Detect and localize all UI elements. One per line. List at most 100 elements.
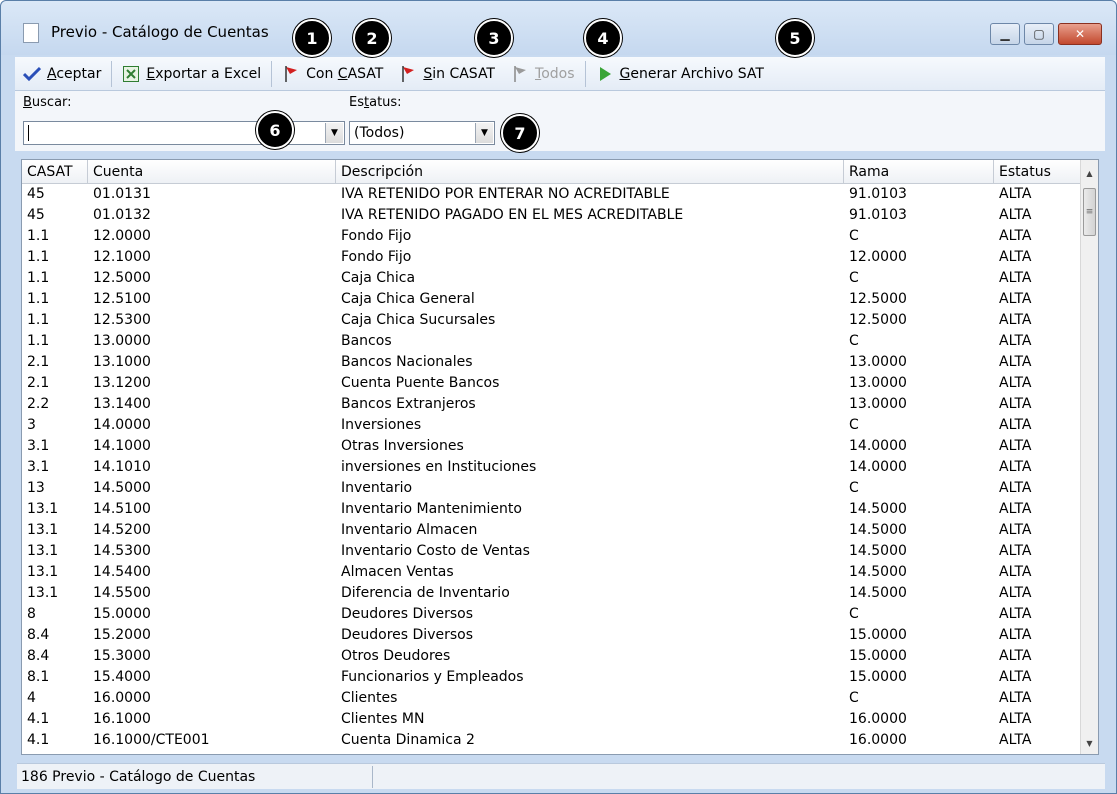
table-row[interactable]: 3 14.0000 Inversiones C ALTA [22, 415, 1082, 436]
status-text: 186 Previo - Catálogo de Cuentas [17, 765, 373, 788]
cell-descripcion: IVA RETENIDO PAGADO EN EL MES ACREDITABL… [341, 207, 684, 223]
estatus-value: (Todos) [354, 125, 405, 141]
table-row[interactable]: 45 01.0131 IVA RETENIDO POR ENTERAR NO ACR… [22, 184, 1082, 205]
cell-cuenta: 13.1400 [93, 396, 151, 412]
cell-cuenta: 12.1000 [93, 249, 151, 265]
grid-body: 45 01.0131 IVA RETENIDO POR ENTERAR NO ACR… [22, 184, 1082, 751]
table-row[interactable]: 1.1 12.5000 Caja Chica C ALTA [22, 268, 1082, 289]
cell-cuenta: 15.4000 [93, 669, 151, 685]
cell-casat: 2.1 [27, 375, 50, 391]
table-row[interactable]: 3.1 14.1000 Otras Inversiones 14.0000 ALTA [22, 436, 1082, 457]
table-row[interactable]: 1.1 12.5100 Caja Chica General 12.5000 ALTA [22, 289, 1082, 310]
filter-panel: Buscar: ▼ Estatus: (Todos) ▼ [15, 91, 1105, 151]
table-row[interactable]: 4.1 16.1000/CTE001 Cuenta Dinamica 2 16.000… [22, 730, 1082, 751]
table-row[interactable]: 4 16.0000 Clientes C ALTA [22, 688, 1082, 709]
cell-rama: 14.5000 [849, 501, 907, 517]
column-header-estatus[interactable]: Estatus [994, 160, 1082, 184]
table-row[interactable]: 2.1 13.1000 Bancos Nacionales 13.0000 ALTA [22, 352, 1082, 373]
aceptar-button[interactable]: Aceptar [15, 60, 109, 88]
cell-casat: 1.1 [27, 333, 50, 349]
cell-rama: 14.0000 [849, 438, 907, 454]
cell-estatus: ALTA [999, 732, 1032, 748]
cell-estatus: ALTA [999, 564, 1032, 580]
minimize-button[interactable]: ▁ [990, 23, 1020, 45]
cell-descripcion: Fondo Fijo [341, 228, 412, 244]
cell-estatus: ALTA [999, 501, 1032, 517]
chevron-down-icon[interactable]: ▼ [325, 123, 343, 143]
cell-estatus: ALTA [999, 354, 1032, 370]
table-row[interactable]: 45 01.0132 IVA RETENIDO PAGADO EN EL MES A… [22, 205, 1082, 226]
table-row[interactable]: 2.1 13.1200 Cuenta Puente Bancos 13.0000 ALT… [22, 373, 1082, 394]
cell-descripcion: Clientes MN [341, 711, 425, 727]
cell-cuenta: 14.5400 [93, 564, 151, 580]
con-casat-button[interactable]: Con CASAT [274, 60, 391, 88]
table-row[interactable]: 8 15.0000 Deudores Diversos C ALTA [22, 604, 1082, 625]
table-row[interactable]: 4.1 16.1000 Clientes MN 16.0000 ALTA [22, 709, 1082, 730]
table-row[interactable]: 13.1 14.5300 Inventario Costo de Ventas 14.… [22, 541, 1082, 562]
cell-cuenta: 16.1000 [93, 711, 151, 727]
cell-estatus: ALTA [999, 585, 1032, 601]
play-arrow-icon [596, 65, 614, 83]
cell-casat: 13.1 [27, 522, 59, 538]
cell-casat: 4.1 [27, 711, 50, 727]
table-row[interactable]: 8.4 15.2000 Deudores Diversos 15.0000 ALTA [22, 625, 1082, 646]
accounts-grid: CASAT Cuenta Descripción Rama Estatus 45… [21, 159, 1099, 755]
cell-rama: 16.0000 [849, 732, 907, 748]
table-row[interactable]: 1.1 12.5300 Caja Chica Sucursales 12.5000 AL… [22, 310, 1082, 331]
cell-descripcion: Funcionarios y Empleados [341, 669, 524, 685]
cell-cuenta: 16.0000 [93, 690, 151, 706]
cell-estatus: ALTA [999, 438, 1032, 454]
cell-rama: 13.0000 [849, 396, 907, 412]
cell-rama: 14.5000 [849, 585, 907, 601]
cell-descripcion: Otros Deudores [341, 648, 451, 664]
cell-rama: 91.0103 [849, 186, 907, 202]
table-row[interactable]: 13.1 14.5200 Inventario Almacen 14.5000 ALTA [22, 520, 1082, 541]
column-header-rama[interactable]: Rama [844, 160, 994, 184]
table-row[interactable]: 13.1 14.5100 Inventario Mantenimiento 14.50… [22, 499, 1082, 520]
generar-archivo-sat-button[interactable]: Generar Archivo SAT [588, 60, 772, 88]
table-row[interactable]: 1.1 12.1000 Fondo Fijo 12.0000 ALTA [22, 247, 1082, 268]
table-row[interactable]: 3.1 14.1010 inversiones en Instituciones 14… [22, 457, 1082, 478]
scroll-down-icon[interactable]: ▼ [1081, 734, 1098, 752]
table-row[interactable]: 13.1 14.5400 Almacen Ventas 14.5000 ALTA [22, 562, 1082, 583]
estatus-combobox[interactable]: (Todos) ▼ [349, 121, 495, 145]
table-row[interactable]: 13 14.5000 Inventario C ALTA [22, 478, 1082, 499]
chevron-down-icon[interactable]: ▼ [475, 123, 493, 143]
table-row[interactable]: 8.4 15.3000 Otros Deudores 15.0000 ALTA [22, 646, 1082, 667]
title-bar[interactable]: Previo - Catálogo de Cuentas ▁ ▢ ✕ [1, 1, 1116, 55]
cell-cuenta: 01.0132 [93, 207, 151, 223]
cell-casat: 1.1 [27, 228, 50, 244]
vertical-scrollbar[interactable]: ▲ ≡ ▼ [1080, 160, 1098, 754]
column-header-cuenta[interactable]: Cuenta [88, 160, 336, 184]
callout-badge-4: 4 [584, 19, 622, 57]
cell-descripcion: Bancos Nacionales [341, 354, 473, 370]
table-row[interactable]: 8.1 15.4000 Funcionarios y Empleados 15.000… [22, 667, 1082, 688]
column-header-descripcion[interactable]: Descripción [336, 160, 844, 184]
cell-rama: 15.0000 [849, 648, 907, 664]
cell-descripcion: Cuenta Puente Bancos [341, 375, 500, 391]
buscar-input[interactable] [28, 125, 30, 141]
cell-estatus: ALTA [999, 312, 1032, 328]
table-row[interactable]: 13.1 14.5500 Diferencia de Inventario 14.50… [22, 583, 1082, 604]
scroll-up-icon[interactable]: ▲ [1081, 164, 1098, 182]
table-row[interactable]: 1.1 13.0000 Bancos C ALTA [22, 331, 1082, 352]
scroll-thumb[interactable]: ≡ [1083, 188, 1096, 236]
document-icon [23, 23, 39, 43]
todos-button[interactable]: Todos [503, 60, 583, 88]
column-header-casat[interactable]: CASAT [22, 160, 88, 184]
maximize-button[interactable]: ▢ [1024, 23, 1054, 45]
toolbar-separator [584, 60, 586, 87]
cell-casat: 3.1 [27, 459, 50, 475]
cell-estatus: ALTA [999, 186, 1032, 202]
close-button[interactable]: ✕ [1058, 23, 1102, 45]
cell-rama: 14.5000 [849, 522, 907, 538]
cell-cuenta: 13.1000 [93, 354, 151, 370]
cell-casat: 8.4 [27, 627, 50, 643]
cell-descripcion: Caja Chica General [341, 291, 475, 307]
cell-cuenta: 14.5000 [93, 480, 151, 496]
table-row[interactable]: 1.1 12.0000 Fondo Fijo C ALTA [22, 226, 1082, 247]
buscar-combobox[interactable]: ▼ [23, 121, 345, 145]
table-row[interactable]: 2.2 13.1400 Bancos Extranjeros 13.0000 ALTA [22, 394, 1082, 415]
exportar-excel-button[interactable]: Exportar a Excel [114, 60, 269, 88]
sin-casat-button[interactable]: Sin CASAT [391, 60, 503, 88]
